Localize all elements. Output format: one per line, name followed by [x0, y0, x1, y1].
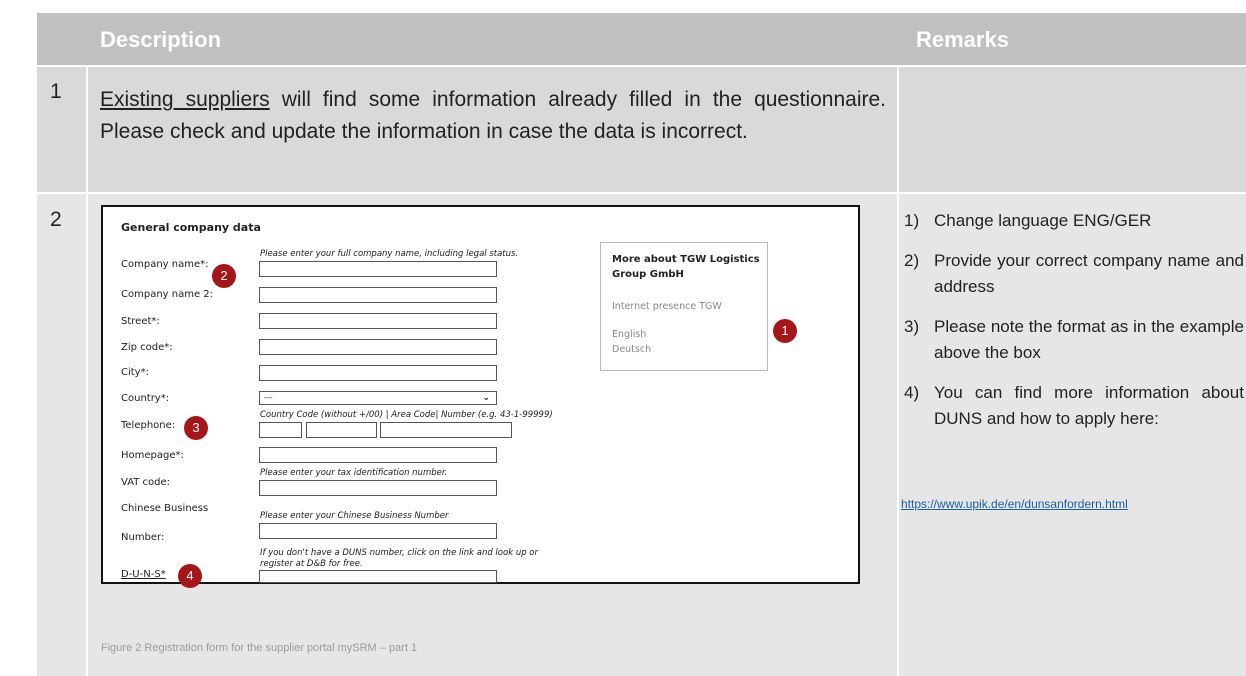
company-name-label: Company name*: — [121, 259, 209, 270]
homepage-input — [259, 447, 497, 463]
chinese-input — [259, 523, 497, 539]
country-select: --- ⌄ — [259, 391, 497, 405]
zip-label: Zip code*: — [121, 342, 173, 353]
row2-number: 2 — [50, 208, 62, 231]
telephone-hint: Country Code (without +/00) | Area Code|… — [260, 410, 553, 420]
english-link: English — [612, 329, 647, 340]
country-value: --- — [264, 393, 273, 402]
registration-form-image: General company data Company name*: Plea… — [101, 205, 860, 584]
chinese-hint: Please enter your Chinese Business Numbe… — [260, 511, 449, 521]
row1-text: Existing suppliers will find some inform… — [100, 84, 886, 148]
company-name2-input — [259, 287, 497, 303]
remark-number: 1) — [904, 211, 920, 230]
row1-number: 1 — [50, 80, 62, 103]
remark-text: Provide your correct company name and ad… — [934, 251, 1244, 296]
duns-apply-link[interactable]: https://www.upik.de/en/dunsanfordern.htm… — [901, 497, 1128, 511]
vat-input — [259, 480, 497, 496]
company-name2-label: Company name 2: — [121, 289, 214, 300]
remark-item: 4) You can find more information about DU… — [904, 380, 1244, 432]
badge-1: 1 — [773, 319, 797, 343]
duns-label: D-U-N-S* — [121, 569, 166, 580]
form-title: General company data — [121, 221, 261, 234]
existing-suppliers-link: Existing suppliers — [100, 88, 270, 111]
duns-hint-1: If you don't have a DUNS number, click o… — [260, 548, 538, 558]
homepage-label: Homepage*: — [121, 450, 184, 461]
remark-item: 1) Change language ENG/GER — [904, 208, 1244, 234]
row1-remarks-cell — [899, 67, 1246, 192]
telephone-country-input — [259, 422, 302, 438]
badge-3: 3 — [184, 416, 208, 440]
internet-presence-link: Internet presence TGW — [612, 301, 722, 312]
deutsch-link: Deutsch — [612, 344, 652, 355]
remark-text: Change language ENG/GER — [934, 211, 1152, 230]
telephone-label: Telephone: — [121, 420, 176, 431]
side-title: More about TGW Logistics Group GmbH — [612, 252, 760, 282]
telephone-area-input — [306, 422, 377, 438]
vat-label: VAT code: — [121, 477, 171, 488]
street-input — [259, 313, 497, 329]
city-input — [259, 365, 497, 381]
badge-4: 4 — [178, 564, 202, 588]
row2-number-cell — [37, 194, 86, 676]
remark-item: 2) Provide your correct company name and … — [904, 248, 1244, 300]
remark-text: Please note the format as in the example… — [934, 317, 1244, 362]
chinese-label-2: Number: — [121, 532, 165, 543]
company-name-hint: Please enter your full company name, inc… — [260, 249, 519, 259]
remark-text: You can find more information about DUNS… — [934, 383, 1244, 428]
street-label: Street*: — [121, 316, 160, 327]
duns-hint-2: register at D&B for free. — [260, 559, 363, 569]
side-title-line1: More about TGW Logistics — [612, 254, 760, 265]
city-label: City*: — [121, 367, 149, 378]
figure-caption: Figure 2 Registration form for the suppl… — [101, 642, 418, 654]
header-remarks: Remarks — [916, 27, 1009, 52]
zip-input — [259, 339, 497, 355]
country-label: Country*: — [121, 393, 170, 404]
remark-number: 2) — [904, 251, 920, 270]
remark-number: 4) — [904, 383, 920, 402]
remarks-list: 1) Change language ENG/GER 2) Provide your… — [904, 208, 1244, 446]
more-about-box: More about TGW Logistics Group GmbH Inter… — [600, 242, 768, 371]
telephone-number-input — [380, 422, 512, 438]
company-name-input — [259, 261, 497, 277]
badge-2: 2 — [212, 264, 236, 288]
remark-item: 3) Please note the format as in the examp… — [904, 314, 1244, 366]
duns-input — [259, 570, 497, 583]
vat-hint: Please enter your tax identification num… — [260, 468, 448, 478]
chinese-label-1: Chinese Business — [121, 503, 209, 514]
side-title-line2: Group GmbH — [612, 269, 684, 280]
header-description: Description — [100, 27, 222, 52]
chevron-down-icon: ⌄ — [482, 393, 490, 403]
remark-number: 3) — [904, 317, 920, 336]
